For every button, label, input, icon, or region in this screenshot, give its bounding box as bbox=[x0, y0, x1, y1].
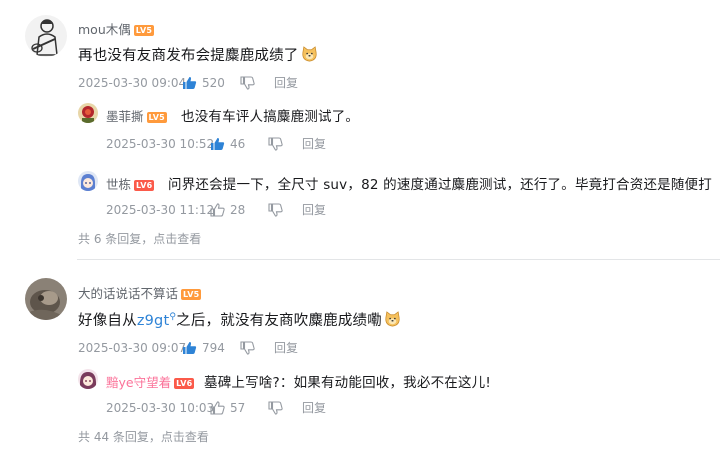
timestamp: 2025-03-30 11:12 bbox=[106, 202, 215, 217]
level-badge: LV5 bbox=[133, 25, 155, 36]
avatar[interactable] bbox=[25, 15, 67, 57]
reply-text: 问界还会提一下，全尺寸 suv，82 的速度通过麋鹿测试，还行了。毕竟打合资还是… bbox=[168, 177, 712, 193]
username-text[interactable]: 黯ye守望着 bbox=[106, 375, 171, 390]
comment-username[interactable]: 大的话说话不算话 LV5 bbox=[78, 283, 202, 302]
like-button[interactable]: 28 bbox=[210, 203, 268, 217]
thumbs-down-icon[interactable] bbox=[240, 75, 255, 90]
comment-username[interactable]: mou木偶 LV5 bbox=[78, 19, 155, 38]
reply-button[interactable]: 回复 bbox=[302, 399, 326, 416]
like-button[interactable]: 520 bbox=[182, 76, 240, 90]
thumbs-down-icon[interactable] bbox=[268, 400, 283, 415]
username-text[interactable]: mou木偶 bbox=[78, 22, 131, 37]
comment-meta: 2025-03-30 09:04 520 回复 bbox=[78, 74, 298, 91]
thumbs-down-icon[interactable] bbox=[240, 340, 255, 355]
reply-avatar[interactable] bbox=[78, 103, 98, 123]
reply-text: 墓碑上写啥?：如果有动能回收，我必不在这儿! bbox=[204, 375, 491, 391]
thumbs-up-icon[interactable] bbox=[210, 202, 225, 217]
thumbs-up-icon[interactable] bbox=[210, 137, 225, 151]
reply-avatar[interactable] bbox=[78, 369, 98, 389]
level-badge: LV5 bbox=[146, 112, 167, 123]
reply-meta: 2025-03-30 10:52 46 回复 bbox=[106, 135, 326, 152]
thumbs-up-icon[interactable] bbox=[182, 76, 197, 90]
username-text[interactable]: 世栋 bbox=[106, 177, 131, 192]
username-text[interactable]: 墨菲撕 bbox=[106, 109, 144, 124]
user-avatar-image bbox=[25, 15, 67, 57]
thumbs-up-icon[interactable] bbox=[182, 341, 197, 355]
like-count: 46 bbox=[230, 136, 246, 151]
dislike-button[interactable] bbox=[268, 136, 302, 151]
like-button[interactable]: 57 bbox=[210, 401, 268, 415]
dislike-button[interactable] bbox=[268, 400, 302, 415]
reply-username[interactable]: 世栋 LV6 bbox=[106, 174, 155, 193]
timestamp: 2025-03-30 09:04 bbox=[78, 75, 187, 90]
view-more-replies[interactable]: 共 44 条回复，点击查看 bbox=[78, 428, 209, 445]
dislike-button[interactable] bbox=[240, 75, 274, 90]
reply-username[interactable]: 黯ye守望着 LV6 bbox=[106, 372, 195, 391]
comment-meta: 2025-03-30 09:07 794 回复 bbox=[78, 339, 298, 356]
reply-button[interactable]: 回复 bbox=[302, 201, 326, 218]
comment-text: 再也没有友商发布会提麋鹿成绩了 bbox=[78, 44, 318, 65]
thumbs-up-icon[interactable] bbox=[210, 400, 225, 415]
dislike-button[interactable] bbox=[268, 202, 302, 217]
avatar[interactable] bbox=[25, 278, 67, 320]
username-text[interactable]: 大的话说话不算话 bbox=[78, 286, 178, 301]
user-avatar-image bbox=[78, 103, 98, 123]
like-count: 28 bbox=[230, 202, 246, 217]
level-badge: LV6 bbox=[134, 180, 155, 191]
like-button[interactable]: 46 bbox=[210, 137, 268, 151]
search-link[interactable]: z9gt bbox=[137, 313, 170, 329]
user-avatar-image bbox=[25, 278, 67, 320]
reply-avatar[interactable] bbox=[78, 171, 98, 191]
timestamp: 2025-03-30 10:52 bbox=[106, 136, 215, 151]
timestamp: 2025-03-30 10:03 bbox=[106, 400, 215, 415]
doge-emoji-icon bbox=[301, 46, 317, 62]
thumbs-down-icon[interactable] bbox=[268, 136, 283, 151]
thumbs-down-icon[interactable] bbox=[268, 202, 283, 217]
level-badge: LV5 bbox=[181, 289, 202, 300]
comment-divider bbox=[77, 259, 720, 260]
level-badge: LV6 bbox=[174, 378, 195, 389]
reply-meta: 2025-03-30 10:03 57 回复 bbox=[106, 399, 326, 416]
view-more-replies[interactable]: 共 6 条回复，点击查看 bbox=[78, 230, 201, 247]
reply-button[interactable]: 回复 bbox=[274, 339, 298, 356]
dislike-button[interactable] bbox=[240, 340, 274, 355]
reply-text: 也没有车评人搞麋鹿测试了。 bbox=[181, 109, 360, 125]
reply-username[interactable]: 墨菲撕 LV5 bbox=[106, 106, 167, 125]
comment-text: 好像自从z9gt⚲之后，就没有友商吹麋鹿成绩嘞 bbox=[78, 309, 401, 330]
like-button[interactable]: 794 bbox=[182, 341, 240, 355]
user-avatar-image bbox=[78, 369, 98, 389]
like-count: 57 bbox=[230, 400, 246, 415]
reply-meta: 2025-03-30 11:12 28 回复 bbox=[106, 201, 326, 218]
reply-button[interactable]: 回复 bbox=[302, 135, 326, 152]
user-avatar-image bbox=[78, 171, 98, 191]
doge-emoji-icon bbox=[385, 311, 400, 327]
reply-button[interactable]: 回复 bbox=[274, 74, 298, 91]
timestamp: 2025-03-30 09:07 bbox=[78, 340, 187, 355]
like-count: 520 bbox=[202, 75, 225, 90]
like-count: 794 bbox=[202, 340, 225, 355]
